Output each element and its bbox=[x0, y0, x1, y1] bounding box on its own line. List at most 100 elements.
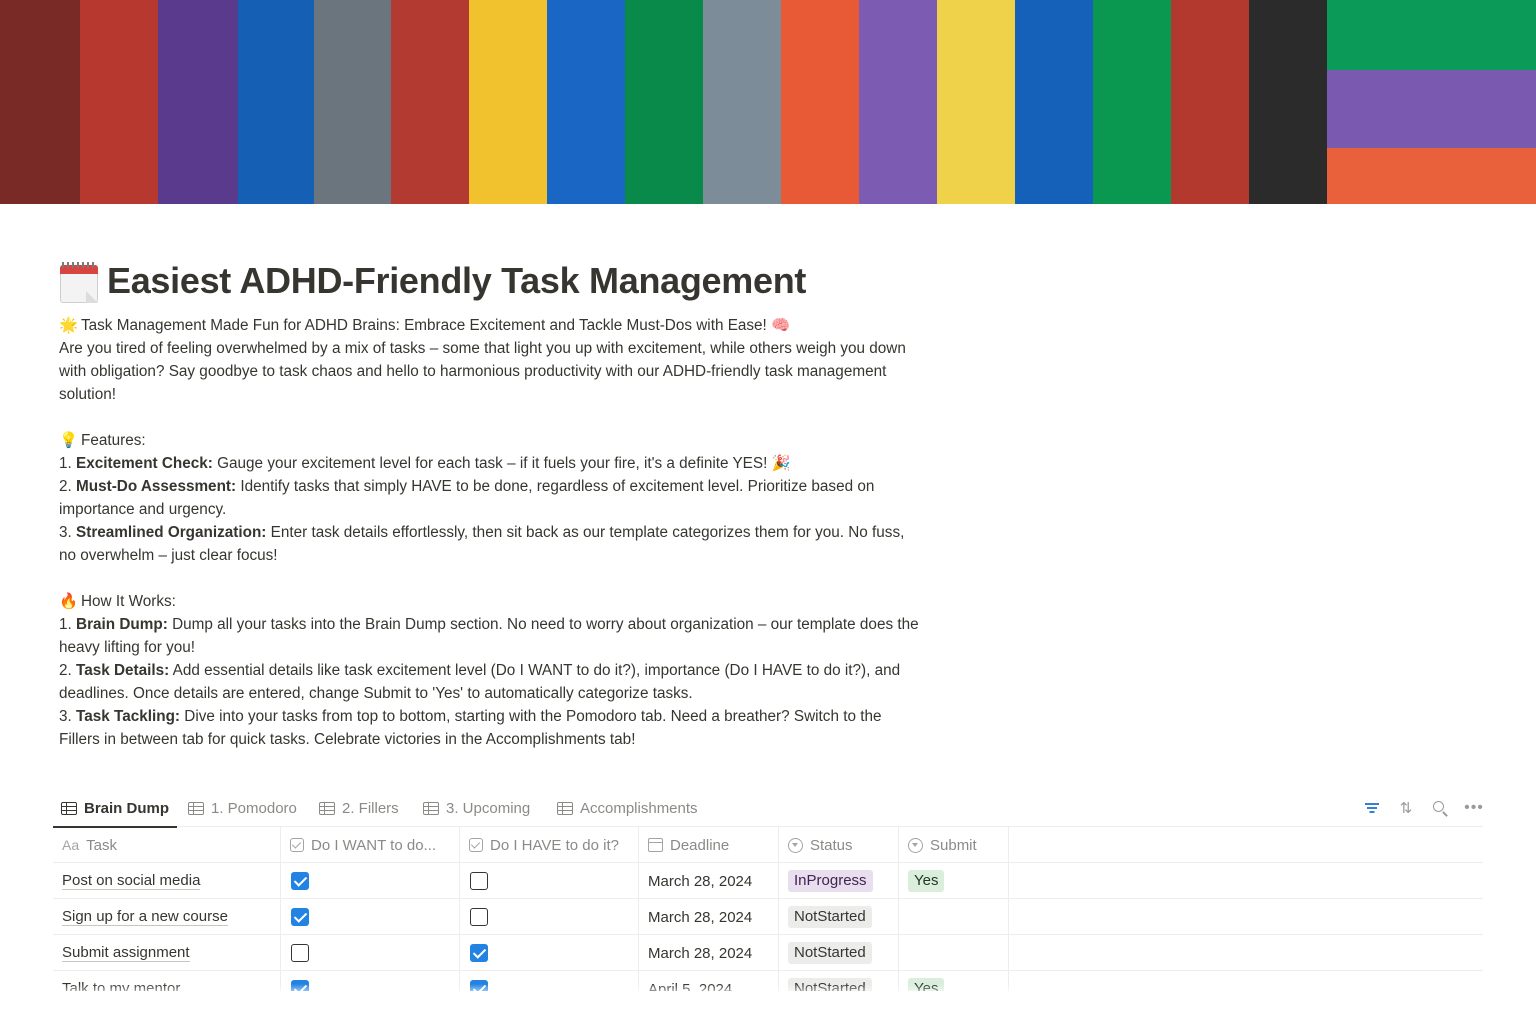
cover-stripe bbox=[469, 0, 547, 204]
cover-block bbox=[1327, 70, 1536, 148]
cover-stripe bbox=[1093, 0, 1171, 204]
task-cell[interactable]: Post on social media bbox=[53, 863, 281, 899]
tagline: 🌟 Task Management Made Fun for ADHD Brain… bbox=[59, 314, 919, 337]
have-cell bbox=[460, 935, 639, 971]
have-cell bbox=[460, 863, 639, 899]
how-item: 2. Task Details: Add essential details l… bbox=[59, 662, 901, 702]
cover-stripe bbox=[0, 0, 80, 204]
sort-icon[interactable]: ⇅ bbox=[1397, 799, 1415, 817]
column-header-status[interactable]: Status bbox=[779, 827, 899, 863]
cover-stripe bbox=[158, 0, 238, 204]
cover-stripe bbox=[238, 0, 314, 204]
have-checkbox[interactable] bbox=[470, 908, 488, 926]
table-icon bbox=[61, 801, 77, 815]
submit-cell[interactable]: Yes bbox=[899, 863, 1009, 899]
tab-accomplishments[interactable]: Accomplishments bbox=[549, 789, 706, 827]
more-icon[interactable]: ••• bbox=[1464, 799, 1483, 817]
how-heading: 🔥 How It Works: bbox=[59, 590, 919, 613]
column-header-have[interactable]: Do I HAVE to do it? bbox=[460, 827, 639, 863]
deadline-cell[interactable]: March 28, 2024 bbox=[639, 935, 779, 971]
cover-stripe bbox=[1015, 0, 1093, 204]
column-header-submit[interactable]: Submit bbox=[899, 827, 1009, 863]
filter-icon[interactable] bbox=[1363, 799, 1381, 817]
column-header-want[interactable]: Do I WANT to do... bbox=[281, 827, 460, 863]
cover-image bbox=[0, 0, 1536, 204]
checkbox-property-icon bbox=[290, 838, 304, 852]
table-header: Aa Task Do I WANT to do... Do I HAVE to d… bbox=[53, 827, 1483, 863]
tab-pomodoro[interactable]: 1. Pomodoro bbox=[180, 789, 305, 827]
table-row[interactable]: Sign up for a new course March 28, 2024 … bbox=[53, 899, 1483, 935]
cover-stripe bbox=[781, 0, 859, 204]
have-checkbox[interactable] bbox=[470, 944, 488, 962]
want-checkbox[interactable] bbox=[291, 944, 309, 962]
how-item: 1. Brain Dump: Dump all your tasks into … bbox=[59, 616, 919, 656]
status-property-icon bbox=[908, 837, 923, 853]
checkbox-property-icon bbox=[469, 838, 483, 852]
cover-block bbox=[1327, 148, 1536, 204]
feature-item: 2. Must-Do Assessment: Identify tasks th… bbox=[59, 478, 875, 518]
want-checkbox[interactable] bbox=[291, 872, 309, 890]
status-cell[interactable]: NotStarted bbox=[779, 935, 899, 971]
feature-item: 3. Streamlined Organization: Enter task … bbox=[59, 524, 905, 564]
status-cell[interactable]: InProgress bbox=[779, 863, 899, 899]
page-title[interactable]: Easiest ADHD-Friendly Task Management bbox=[107, 260, 806, 302]
status-badge: NotStarted bbox=[788, 906, 872, 928]
page-content: Easiest ADHD-Friendly Task Management 🌟 T… bbox=[59, 252, 919, 751]
tasks-table: Aa Task Do I WANT to do... Do I HAVE to d… bbox=[53, 827, 1483, 991]
submit-cell[interactable] bbox=[899, 899, 1009, 935]
lightbulb-icon: 💡 bbox=[59, 432, 79, 449]
scroll-fade bbox=[53, 984, 1483, 1024]
status-badge: NotStarted bbox=[788, 942, 872, 964]
cover-stripe bbox=[859, 0, 937, 204]
cover-stripe bbox=[1249, 0, 1327, 204]
want-checkbox[interactable] bbox=[291, 908, 309, 926]
column-header-deadline[interactable]: Deadline bbox=[639, 827, 779, 863]
view-toolbar: ⇅ ••• bbox=[1363, 789, 1483, 827]
submit-badge: Yes bbox=[908, 870, 945, 892]
brain-icon: 🧠 bbox=[771, 317, 791, 334]
deadline-cell[interactable]: March 28, 2024 bbox=[639, 899, 779, 935]
task-cell[interactable]: Submit assignment bbox=[53, 935, 281, 971]
features-heading: 💡 Features: bbox=[59, 429, 919, 452]
feature-item: 1. Excitement Check: Gauge your exciteme… bbox=[59, 455, 791, 472]
table-icon bbox=[188, 801, 204, 815]
want-cell bbox=[281, 863, 460, 899]
cover-block bbox=[1327, 0, 1536, 70]
task-cell[interactable]: Sign up for a new course bbox=[53, 899, 281, 935]
cover-stripe bbox=[937, 0, 1015, 204]
tab-upcoming[interactable]: 3. Upcoming bbox=[415, 789, 538, 827]
have-cell bbox=[460, 899, 639, 935]
calendar-icon bbox=[648, 838, 663, 852]
cover-stripe bbox=[314, 0, 391, 204]
have-checkbox[interactable] bbox=[470, 872, 488, 890]
table-icon bbox=[557, 801, 573, 815]
party-popper-icon: 🎉 bbox=[771, 455, 791, 472]
cover-stripe bbox=[625, 0, 703, 204]
fire-icon: 🔥 bbox=[59, 593, 79, 610]
view-tabs: Brain Dump 1. Pomodoro 2. Fillers 3. Upc… bbox=[53, 789, 1483, 828]
how-item: 3. Task Tackling: Dive into your tasks f… bbox=[59, 708, 882, 748]
want-cell bbox=[281, 899, 460, 935]
cover-stripe bbox=[703, 0, 781, 204]
submit-cell[interactable] bbox=[899, 935, 1009, 971]
want-cell bbox=[281, 935, 460, 971]
column-header-task[interactable]: Aa Task bbox=[53, 827, 281, 863]
page-description: 🌟 Task Management Made Fun for ADHD Brain… bbox=[59, 314, 919, 751]
table-row[interactable]: Post on social media March 28, 2024 InPr… bbox=[53, 863, 1483, 899]
tab-fillers[interactable]: 2. Fillers bbox=[311, 789, 407, 827]
tab-brain-dump[interactable]: Brain Dump bbox=[53, 789, 178, 828]
table-row[interactable]: Submit assignment March 28, 2024 NotStar… bbox=[53, 935, 1483, 971]
status-cell[interactable]: NotStarted bbox=[779, 899, 899, 935]
cover-stripe bbox=[1171, 0, 1249, 204]
table-icon bbox=[423, 801, 439, 815]
cover-stripe bbox=[391, 0, 469, 204]
text-property-icon: Aa bbox=[62, 837, 80, 853]
search-icon[interactable] bbox=[1431, 799, 1449, 817]
spiral-notepad-icon[interactable] bbox=[59, 259, 99, 303]
deadline-cell[interactable]: March 28, 2024 bbox=[639, 863, 779, 899]
sparkle-icon: 🌟 bbox=[59, 317, 79, 334]
intro-text: Are you tired of feeling overwhelmed by … bbox=[59, 340, 906, 403]
title-row: Easiest ADHD-Friendly Task Management bbox=[59, 252, 919, 310]
